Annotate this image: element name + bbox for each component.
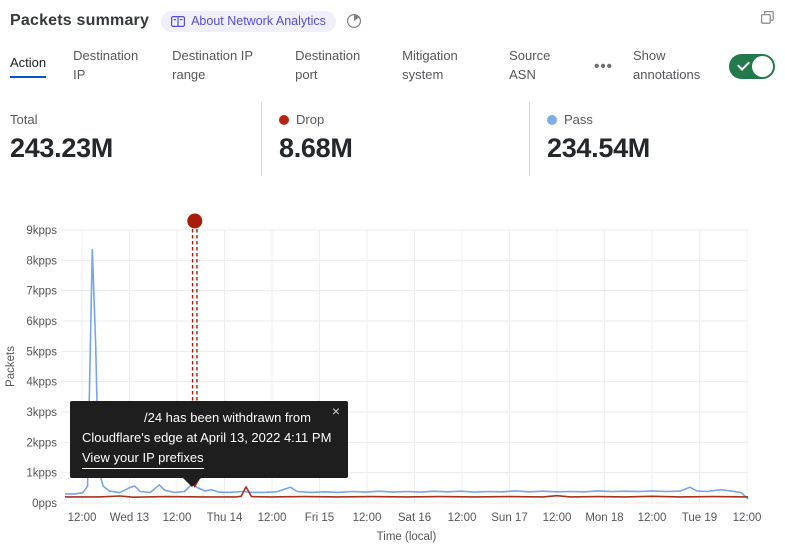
tab-list: Action Destination IP Destination IP range… bbox=[10, 47, 594, 85]
x-tick-label: 12:00 bbox=[733, 512, 762, 524]
x-tick-label: 12:00 bbox=[638, 512, 667, 524]
legend-dot-drop bbox=[279, 115, 289, 125]
about-network-analytics-badge[interactable]: About Network Analytics bbox=[161, 11, 336, 32]
tooltip-line1: /24 has been withdrawn from bbox=[82, 408, 336, 428]
show-annotations-label: Show annotations bbox=[633, 47, 715, 85]
y-tick-label: 3kpps bbox=[26, 407, 57, 419]
annotation-dot[interactable] bbox=[187, 214, 202, 229]
stat-label: Drop bbox=[279, 112, 529, 127]
x-tick-label: Tue 19 bbox=[682, 512, 717, 524]
y-tick-label: 8kpps bbox=[26, 255, 57, 267]
summary-stats: Total 243.23M Drop 8.68M Pass 234.54M bbox=[0, 102, 785, 176]
page-title: Packets summary bbox=[10, 12, 149, 30]
stat-label-text: Drop bbox=[296, 112, 324, 127]
show-annotations-toggle[interactable] bbox=[729, 54, 775, 79]
y-tick-label: 4kpps bbox=[26, 377, 57, 389]
tab-action[interactable]: Action bbox=[10, 54, 46, 78]
x-tick-label: 12:00 bbox=[163, 512, 192, 524]
stat-label: Total bbox=[10, 112, 261, 127]
tab-destination-port[interactable]: Destination port bbox=[295, 47, 375, 85]
x-tick-label: Sun 17 bbox=[491, 512, 527, 524]
tab-label: Destination IP bbox=[73, 47, 145, 85]
close-icon[interactable]: × bbox=[332, 404, 340, 418]
x-tick-label: 12:00 bbox=[448, 512, 477, 524]
stat-label: Pass bbox=[547, 112, 785, 127]
x-tick-label: Thu 14 bbox=[207, 512, 243, 524]
x-tick-label: Wed 13 bbox=[110, 512, 149, 524]
packets-time-series-chart[interactable]: 0pps 1kpps 2kpps 3kpps 4kpps 5kpps 6kpps 7kpps 8… bbox=[0, 192, 785, 555]
x-tick-label: Mon 18 bbox=[585, 512, 623, 524]
y-tick-label: 7kpps bbox=[26, 286, 57, 298]
y-tick-label: 1kpps bbox=[26, 468, 57, 480]
stat-pass: Pass 234.54M bbox=[529, 102, 785, 176]
y-tick-label: 2kpps bbox=[26, 437, 57, 449]
tab-label: Destination port bbox=[295, 47, 375, 85]
x-tick-label: 12:00 bbox=[258, 512, 287, 524]
tab-source-asn[interactable]: Source ASN bbox=[509, 47, 567, 85]
duplicate-window-icon[interactable] bbox=[760, 10, 775, 30]
x-tick-label: 12:00 bbox=[68, 512, 97, 524]
y-tick-label: 5kpps bbox=[26, 346, 57, 358]
tab-label: Source ASN bbox=[509, 47, 567, 85]
x-tick-label: Fri 15 bbox=[305, 512, 334, 524]
stat-total: Total 243.23M bbox=[0, 102, 261, 176]
book-icon bbox=[171, 15, 185, 28]
stat-drop: Drop 8.68M bbox=[261, 102, 529, 176]
legend-dot-pass bbox=[547, 115, 557, 125]
stat-value: 8.68M bbox=[279, 133, 529, 164]
y-axis-title: Packets bbox=[5, 346, 17, 387]
more-tabs-button[interactable]: ••• bbox=[594, 58, 613, 75]
annotation-tooltip: × /24 has been withdrawn from Cloudflare… bbox=[70, 401, 348, 478]
dimension-tabs: Action Destination IP Destination IP range… bbox=[10, 42, 775, 90]
check-icon bbox=[737, 58, 750, 71]
y-tick-label: 0pps bbox=[32, 498, 57, 510]
stat-value: 243.23M bbox=[10, 133, 261, 164]
x-tick-label: 12:00 bbox=[543, 512, 572, 524]
y-tick-label: 6kpps bbox=[26, 316, 57, 328]
x-tick-label: 12:00 bbox=[353, 512, 382, 524]
tab-destination-ip[interactable]: Destination IP bbox=[73, 47, 145, 85]
y-tick-label: 9kpps bbox=[26, 225, 57, 237]
x-axis-title: Time (local) bbox=[377, 531, 437, 543]
tab-label: Destination IP range bbox=[172, 47, 268, 85]
panel-header: Packets summary About Network Analytics bbox=[10, 8, 775, 34]
stat-label-text: Total bbox=[10, 112, 37, 127]
tab-destination-ip-range[interactable]: Destination IP range bbox=[172, 47, 268, 85]
badge-label: About Network Analytics bbox=[191, 14, 326, 28]
packets-summary-panel: Packets summary About Network Analytics bbox=[0, 0, 785, 555]
history-icon[interactable] bbox=[346, 13, 362, 29]
tab-label: Action bbox=[10, 54, 46, 78]
stat-value: 234.54M bbox=[547, 133, 785, 164]
toggle-knob bbox=[752, 56, 773, 77]
view-ip-prefixes-link[interactable]: View your IP prefixes bbox=[82, 448, 204, 469]
x-tick-label: Sat 16 bbox=[398, 512, 431, 524]
stat-label-text: Pass bbox=[564, 112, 593, 127]
tab-label: Mitigation system bbox=[402, 47, 482, 85]
tab-mitigation-system[interactable]: Mitigation system bbox=[402, 47, 482, 85]
tooltip-line2: Cloudflare's edge at April 13, 2022 4:11… bbox=[82, 428, 336, 448]
